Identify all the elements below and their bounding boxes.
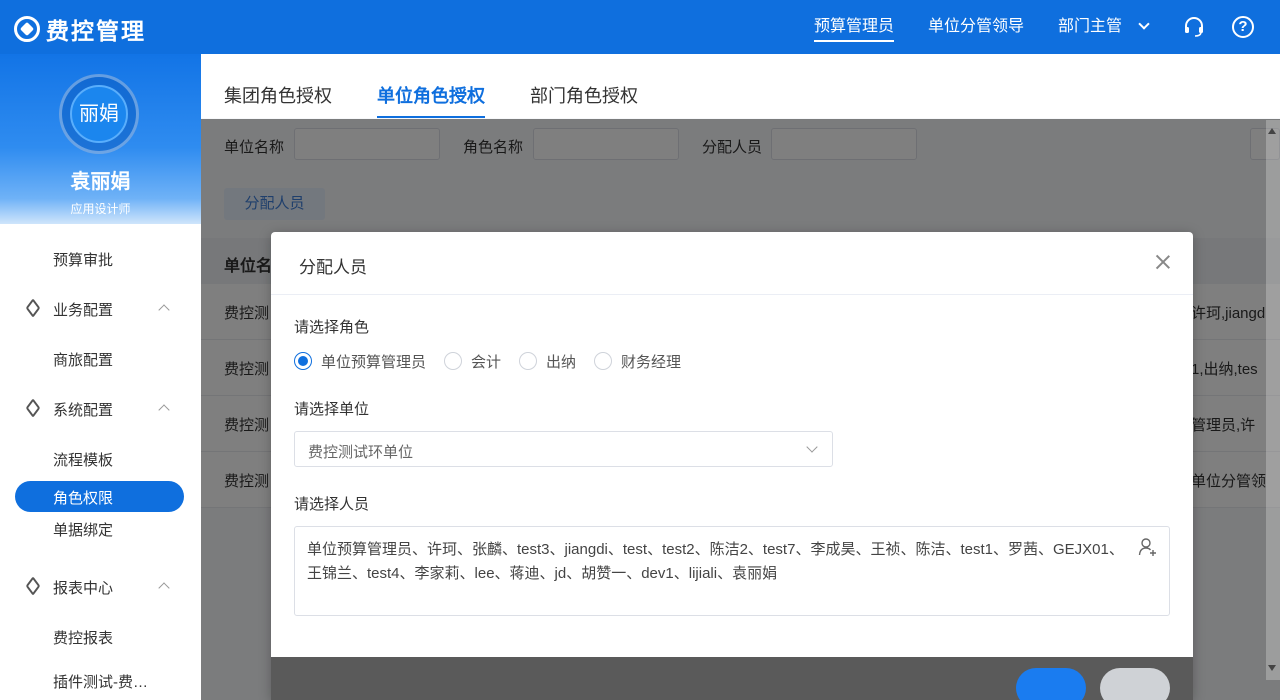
unit-select[interactable]: 费控测试环单位 xyxy=(294,431,833,467)
tab-bar: 集团角色授权 单位角色授权 部门角色授权 xyxy=(201,54,1280,119)
people-field-value: 单位预算管理员、许珂、张麟、test3、jiangdi、test、test2、陈… xyxy=(307,541,1124,582)
headset-icon[interactable] xyxy=(1182,15,1206,39)
user-role: 应用设计师 xyxy=(70,202,131,216)
sidebar-item-label: 预算审批 xyxy=(53,252,114,269)
tab-group-role-auth[interactable]: 集团角色授权 xyxy=(224,82,332,108)
dialog-header: 分配人员 xyxy=(271,232,1193,295)
chevron-down-icon xyxy=(806,441,818,453)
sidebar-group-business-config[interactable]: 业务配置 xyxy=(0,284,201,334)
sidebar-item-label: 角色权限 xyxy=(53,490,114,507)
nav-item-dept-head-label: 部门主管 xyxy=(1057,18,1122,35)
role-section-label: 请选择角色 xyxy=(294,319,370,336)
sidebar-item-travel-config[interactable]: 商旅配置 xyxy=(0,334,201,384)
sidebar-item-label: 流程模板 xyxy=(53,452,114,469)
nav-item-budget-admin[interactable]: 预算管理员 xyxy=(813,0,894,54)
app-logo[interactable]: 费控管理 xyxy=(14,12,146,46)
sidebar-item-expense-report[interactable]: 费控报表 xyxy=(0,612,201,662)
chevron-up-icon xyxy=(158,304,170,316)
sidebar-menu: 预算审批 业务配置 商旅配置 系统配置 流程模板 角色权限 单据绑定 报表中心 … xyxy=(0,234,201,700)
people-field[interactable]: 单位预算管理员、许珂、张麟、test3、jiangdi、test、test2、陈… xyxy=(294,526,1170,616)
unit-section-label: 请选择单位 xyxy=(294,401,370,418)
radio-finance-manager[interactable]: 财务经理 xyxy=(594,351,681,372)
radio-dot xyxy=(294,352,312,370)
help-icon[interactable]: ? xyxy=(1231,15,1255,39)
radio-label: 财务经理 xyxy=(621,353,682,371)
app-title: 费控管理 xyxy=(46,18,146,44)
avatar-ring: 丽娟 xyxy=(59,74,139,154)
sidebar-group-system-config[interactable]: 系统配置 xyxy=(0,384,201,434)
radio-dot xyxy=(594,352,613,370)
layers-icon xyxy=(25,576,41,596)
cancel-button[interactable] xyxy=(1100,668,1170,700)
sidebar-item-label: 插件测试-费… xyxy=(53,674,148,691)
avatar[interactable]: 丽娟 xyxy=(70,85,128,143)
scroll-up-arrow-icon[interactable] xyxy=(1268,128,1276,134)
top-nav: 预算管理员 单位分管领导 部门主管 ? xyxy=(813,0,1280,54)
radio-unit-budget-admin[interactable]: 单位预算管理员 xyxy=(294,351,426,372)
nav-item-unit-leader[interactable]: 单位分管领导 xyxy=(928,0,1024,54)
sidebar-item-label: 费控报表 xyxy=(53,630,114,647)
role-radio-group: 单位预算管理员 会计 出纳 财务经理 xyxy=(294,351,699,371)
logo-icon xyxy=(14,16,40,42)
sidebar-item-label: 报表中心 xyxy=(53,580,114,597)
sidebar-item-plugin-test[interactable]: 插件测试-费… xyxy=(0,662,201,700)
confirm-button[interactable] xyxy=(1016,668,1086,700)
user-name: 袁丽娟 xyxy=(70,171,131,193)
dialog-footer xyxy=(271,657,1193,700)
sidebar-item-process-template[interactable]: 流程模板 xyxy=(0,434,201,476)
top-bar: 费控管理 预算管理员 单位分管领导 部门主管 ? xyxy=(0,0,1280,54)
layers-icon xyxy=(25,298,41,318)
user-add-icon-svg xyxy=(1138,538,1156,556)
sidebar-item-label: 商旅配置 xyxy=(53,352,114,369)
radio-accountant[interactable]: 会计 xyxy=(444,351,501,372)
sidebar-item-label: 业务配置 xyxy=(53,302,114,319)
chevron-down-icon xyxy=(1138,18,1150,30)
dialog-title: 分配人员 xyxy=(299,258,367,277)
sidebar-item-label: 系统配置 xyxy=(53,402,114,419)
nav-item-dept-head[interactable]: 部门主管 xyxy=(1057,0,1150,54)
question-mark-icon: ? xyxy=(1232,16,1254,38)
sidebar-item-budget-approval[interactable]: 预算审批 xyxy=(0,234,201,284)
tab-unit-role-auth[interactable]: 单位角色授权 xyxy=(377,82,485,119)
headset-icon-svg xyxy=(1185,17,1203,37)
chevron-up-icon xyxy=(158,582,170,594)
user-profile: 丽娟 袁丽娟 应用设计师 xyxy=(0,54,201,224)
radio-label: 会计 xyxy=(471,353,502,371)
close-icon[interactable] xyxy=(1153,252,1173,272)
scrollbar[interactable] xyxy=(1266,120,1280,680)
radio-dot xyxy=(519,352,538,370)
layers-icon xyxy=(25,398,41,418)
radio-label: 出纳 xyxy=(546,353,577,371)
sidebar-item-label: 单据绑定 xyxy=(53,522,114,539)
unit-select-value: 费控测试环单位 xyxy=(308,444,414,461)
assign-people-dialog: 分配人员 请选择角色 单位预算管理员 会计 出纳 财务经理 请选择单位 费控测试… xyxy=(271,232,1193,700)
sidebar: 丽娟 袁丽娟 应用设计师 预算审批 业务配置 商旅配置 系统配置 流程模板 角色… xyxy=(0,54,201,700)
sidebar-item-role-permission[interactable]: 角色权限 xyxy=(0,476,201,516)
scroll-down-arrow-icon[interactable] xyxy=(1268,665,1276,671)
user-add-icon[interactable] xyxy=(1138,537,1158,557)
radio-dot xyxy=(444,352,463,370)
radio-label: 单位预算管理员 xyxy=(321,353,427,371)
sidebar-item-document-binding[interactable]: 单据绑定 xyxy=(0,516,201,562)
sidebar-group-report-center[interactable]: 报表中心 xyxy=(0,562,201,612)
chevron-up-icon xyxy=(158,404,170,416)
radio-cashier[interactable]: 出纳 xyxy=(519,351,576,372)
people-section-label: 请选择人员 xyxy=(294,496,370,513)
tab-dept-role-auth[interactable]: 部门角色授权 xyxy=(530,82,638,108)
